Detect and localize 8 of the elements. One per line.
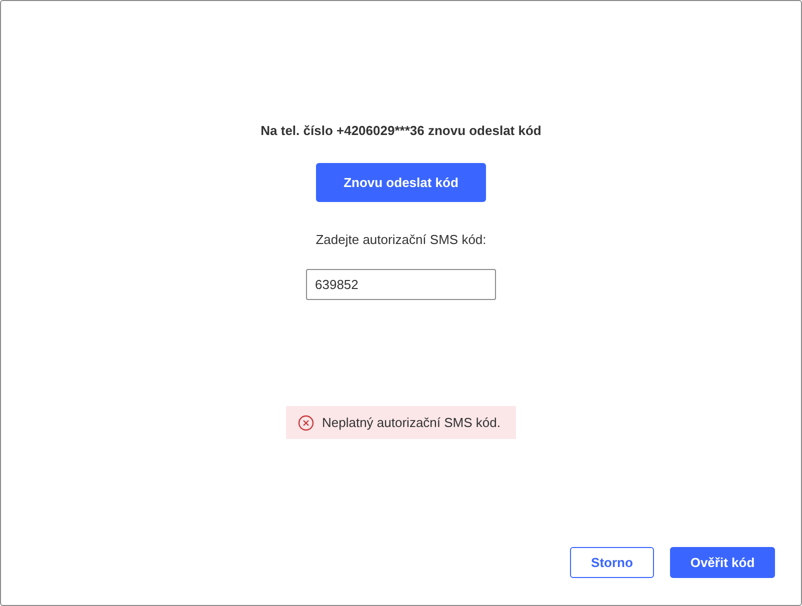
code-input-field[interactable]: 639852 <box>306 269 496 300</box>
cancel-button[interactable]: Storno <box>570 547 654 578</box>
error-icon <box>298 414 314 430</box>
instruction-text: Na tel. číslo +4206029***36 znovu odeslat kód <box>260 123 542 140</box>
code-label: Zadejte autorizační SMS kód: <box>316 232 486 249</box>
resend-code-button[interactable]: Znovu odeslat kód <box>316 163 486 202</box>
error-text: Neplatný autorizační SMS kód. <box>322 415 500 430</box>
verify-code-button[interactable]: Ověřit kód <box>670 547 775 578</box>
